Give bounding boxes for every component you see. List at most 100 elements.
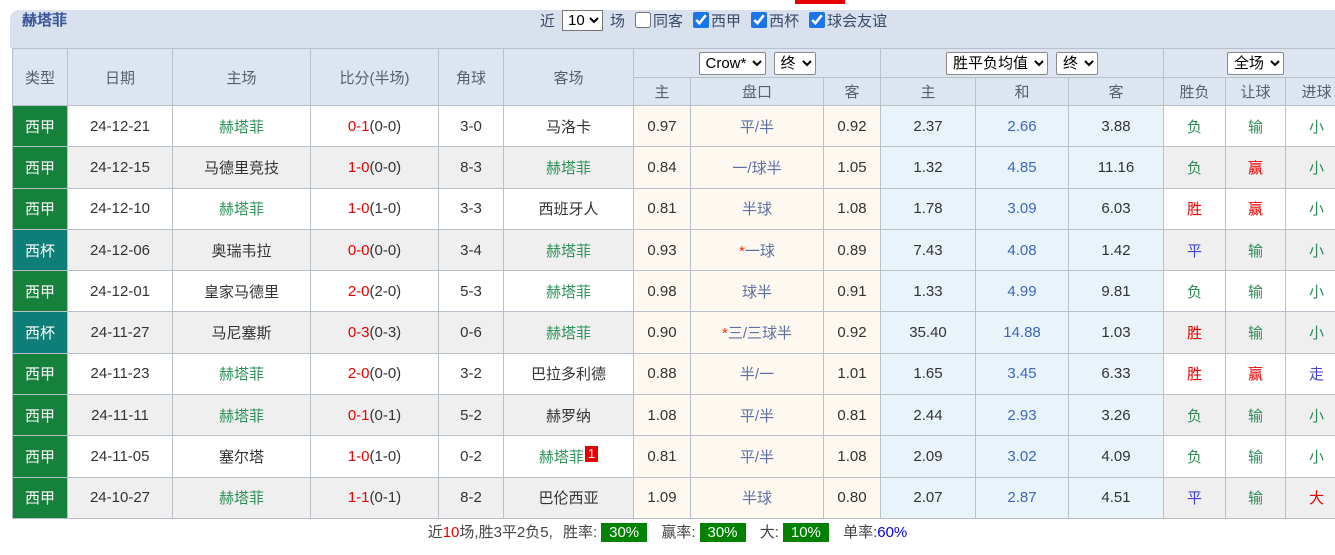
league-filter-copa: 西杯 <box>745 10 799 31</box>
ah-away-odds: 1.05 <box>822 146 882 189</box>
result-cell: 胜 <box>1163 352 1227 396</box>
result-cell: 负 <box>1163 104 1227 148</box>
table-row: 西甲 24-11-11 赫塔菲 0-1(0-1) 5-2 赫罗纳 1.08 平/… <box>12 394 1335 437</box>
ah-home-odds: 0.98 <box>633 270 691 313</box>
home-team: 赫塔菲 <box>172 476 311 519</box>
table-row: 西杯 24-11-27 马尼塞斯 0-3(0-3) 0-6 赫塔菲 0.90 *… <box>12 311 1335 354</box>
away-team: 巴拉多利德 <box>503 352 634 396</box>
scope-group-header: 全场 <box>1163 48 1335 78</box>
scope-select[interactable]: 全场 <box>1227 51 1285 75</box>
home-team: 赫塔菲 <box>172 352 311 396</box>
goals-result-cell: 走 <box>1285 352 1335 396</box>
handicap-result-cell: 输 <box>1225 311 1287 354</box>
odds-company-select[interactable]: Crow* <box>698 51 766 75</box>
avg-away-odds: 3.26 <box>1068 394 1165 437</box>
laliga-label: 西甲 <box>711 12 742 30</box>
match-date: 24-12-01 <box>67 270 173 313</box>
league-badge: 西甲 <box>12 394 68 437</box>
match-history-table: 类型 日期 主场 比分(半场) 角球 客场 Crow* 终 胜平负均值 终 全场… <box>12 48 1335 519</box>
subheader-avg-away: 客 <box>1068 77 1165 106</box>
ah-line: 平/半 <box>690 394 824 437</box>
home-team: 赫塔菲 <box>172 187 311 230</box>
table-row: 西杯 24-12-06 奥瑞韦拉 0-0(0-0) 3-4 赫塔菲 0.93 *… <box>12 228 1335 272</box>
league-badge: 西杯 <box>12 311 68 354</box>
beat-rate-badge: 30% <box>699 523 746 542</box>
single-rate-label: 单率: <box>843 524 878 541</box>
ah-line: *三/三球半 <box>690 311 824 354</box>
average-odds-select[interactable]: 胜平负均值 <box>946 51 1049 75</box>
league-badge: 西甲 <box>12 270 68 313</box>
table-row: 西甲 24-12-15 马德里竞技 1-0(0-0) 8-3 赫塔菲 0.84 … <box>12 146 1335 189</box>
avg-home-odds: 1.33 <box>880 270 977 313</box>
friendly-checkbox[interactable] <box>809 12 826 28</box>
avg-away-odds: 4.51 <box>1068 476 1165 519</box>
ah-away-odds: 0.92 <box>822 311 882 354</box>
recent-count-select[interactable]: 10 <box>562 9 604 31</box>
league-filter-laliga: 西甲 <box>687 10 741 31</box>
away-team: 马洛卡 <box>503 104 634 148</box>
corners-cell: 8-2 <box>438 476 504 519</box>
score-cell: 0-1(0-0) <box>310 104 439 148</box>
avg-home-odds: 7.43 <box>880 228 977 272</box>
avg-home-odds: 2.07 <box>880 476 977 519</box>
corners-cell: 5-2 <box>438 394 504 437</box>
beat-rate-label: 赢率: <box>661 524 696 541</box>
ah-home-odds: 0.81 <box>633 435 691 478</box>
match-stats-page: 赫塔菲 近 10 场 同客 西甲 西杯 球会友谊 类型 日期 主场 比分(半场)… <box>0 0 1335 555</box>
ah-home-odds: 1.08 <box>633 394 691 437</box>
handicap-time-select[interactable]: 终 <box>773 51 816 75</box>
col-header-date: 日期 <box>67 48 173 106</box>
ah-home-odds: 0.93 <box>633 228 691 272</box>
avg-home-odds: 1.32 <box>880 146 977 189</box>
table-row: 西甲 24-11-05 塞尔塔 1-0(1-0) 0-2 赫塔菲 1 0.81 平… <box>12 435 1335 478</box>
league-filter-friendly: 球会友谊 <box>803 10 887 31</box>
league-badge: 西甲 <box>12 187 68 230</box>
ah-away-odds: 0.80 <box>822 476 882 519</box>
same-opponent-label: 同客 <box>653 12 684 30</box>
win-rate-badge: 30% <box>601 523 648 542</box>
ah-line: 平/半 <box>690 104 824 148</box>
avg-home-odds: 1.78 <box>880 187 977 230</box>
copa-label: 西杯 <box>769 12 800 30</box>
avg-draw-odds: 2.87 <box>975 476 1070 519</box>
away-team: 赫塔菲 <box>503 311 634 354</box>
handicap-result-cell: 输 <box>1225 104 1287 148</box>
ah-home-odds: 0.84 <box>633 146 691 189</box>
ah-home-odds: 0.90 <box>633 311 691 354</box>
avg-draw-odds: 3.09 <box>975 187 1070 230</box>
ah-away-odds: 1.08 <box>822 435 882 478</box>
page-title: 赫塔菲 <box>22 12 68 29</box>
summary-prefix: 近 <box>427 524 443 541</box>
ah-home-odds: 0.81 <box>633 187 691 230</box>
result-cell: 负 <box>1163 146 1227 189</box>
average-time-select[interactable]: 终 <box>1056 51 1099 75</box>
avg-away-odds: 11.16 <box>1068 146 1165 189</box>
result-cell: 胜 <box>1163 187 1227 230</box>
score-cell: 1-0(1-0) <box>310 435 439 478</box>
score-cell: 0-3(0-3) <box>310 311 439 354</box>
avg-away-odds: 4.09 <box>1068 435 1165 478</box>
subheader-ah-line: 盘口 <box>690 77 824 106</box>
avg-home-odds: 2.37 <box>880 104 977 148</box>
copa-checkbox[interactable] <box>751 12 768 28</box>
goals-result-cell: 小 <box>1285 270 1335 313</box>
result-cell: 负 <box>1163 435 1227 478</box>
laliga-checkbox[interactable] <box>693 12 710 28</box>
home-team: 马德里竞技 <box>172 146 311 189</box>
handicap-result-cell: 输 <box>1225 435 1287 478</box>
corners-cell: 8-3 <box>438 146 504 189</box>
avg-away-odds: 1.42 <box>1068 228 1165 272</box>
result-cell: 负 <box>1163 270 1227 313</box>
match-date: 24-10-27 <box>67 476 173 519</box>
corners-cell: 0-6 <box>438 311 504 354</box>
home-team: 塞尔塔 <box>172 435 311 478</box>
match-date: 24-11-27 <box>67 311 173 354</box>
ah-home-odds: 0.97 <box>633 104 691 148</box>
ah-away-odds: 1.01 <box>822 352 882 396</box>
home-team: 赫塔菲 <box>172 394 311 437</box>
filter-controls: 近 10 场 同客 西甲 西杯 球会友谊 <box>540 7 887 33</box>
same-opponent-checkbox[interactable] <box>635 12 652 28</box>
goals-result-cell: 小 <box>1285 394 1335 437</box>
avg-away-odds: 6.03 <box>1068 187 1165 230</box>
col-header-corners: 角球 <box>438 48 504 106</box>
